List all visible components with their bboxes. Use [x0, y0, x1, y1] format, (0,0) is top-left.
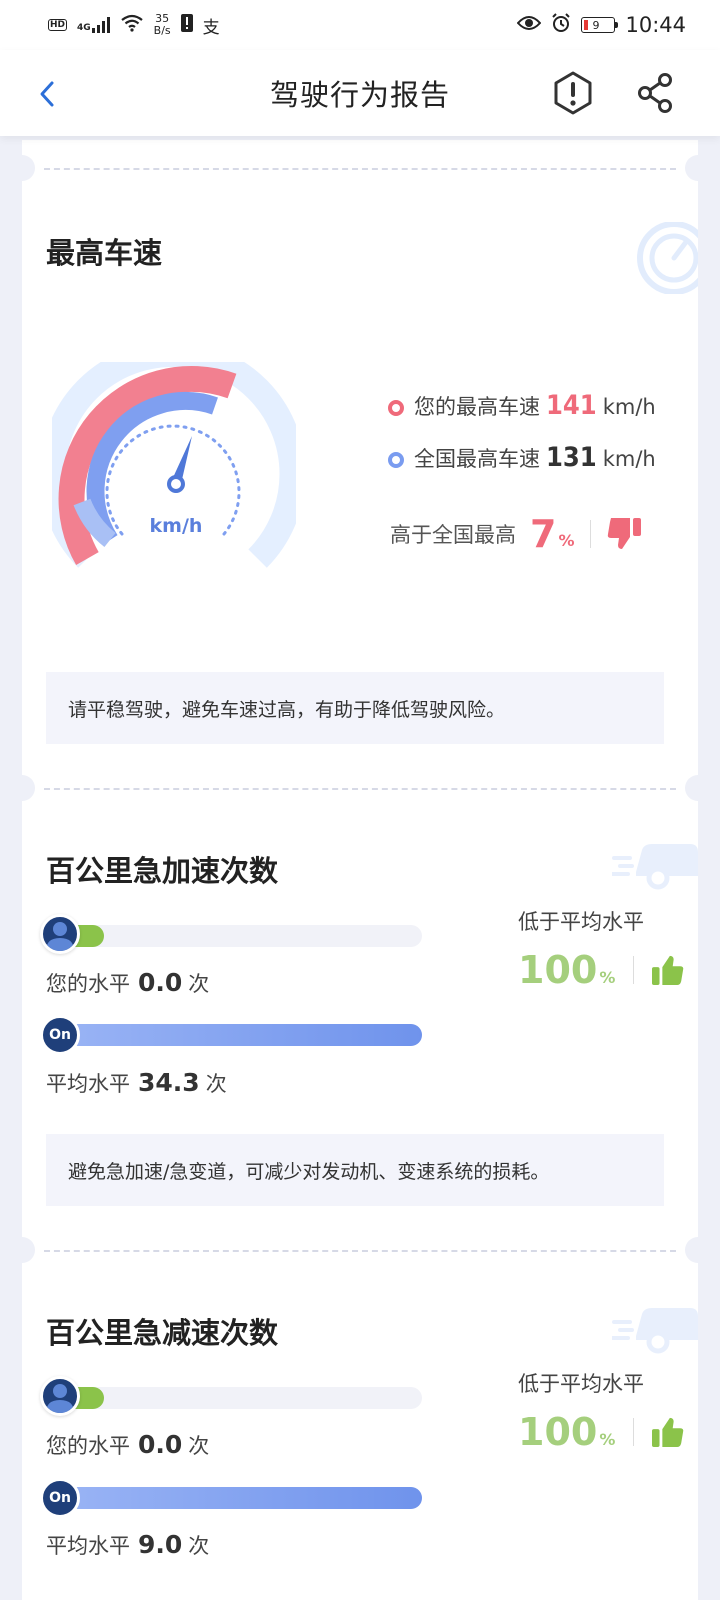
- avg-level-value: 34.3: [138, 1068, 200, 1097]
- card-notch: [685, 775, 711, 801]
- below-average-row: 100 %: [518, 1410, 684, 1454]
- higher-percent: 7: [530, 512, 557, 556]
- thumbs-down-icon: [608, 518, 642, 549]
- higher-than-national: 高于全国最高 7 %: [390, 512, 642, 556]
- user-avatar-icon: [40, 1376, 80, 1416]
- battery-level: 9: [592, 18, 600, 32]
- card-notch: [9, 1237, 35, 1263]
- card-notch: [685, 155, 711, 181]
- share-icon: [638, 73, 672, 113]
- speed-gauge: km/h: [52, 362, 296, 568]
- on-badge-icon: On: [40, 1015, 80, 1055]
- hd-indicator: HD: [48, 19, 68, 31]
- sim-alert-icon: [180, 14, 193, 36]
- card-notch: [685, 1237, 711, 1263]
- my-level-value: 0.0: [138, 1430, 183, 1459]
- count-unit: 次: [188, 1434, 210, 1458]
- your-speed-value: 141: [546, 390, 597, 421]
- on-badge-icon: On: [40, 1478, 80, 1518]
- divider: [44, 168, 676, 170]
- avg-brake-level: 平均水平 9.0 次: [46, 1530, 209, 1560]
- section-title-hard-brake: 百公里急减速次数: [46, 1316, 279, 1350]
- avg-brake-bar: [58, 1487, 422, 1509]
- avg-level-label: 平均水平: [46, 1072, 130, 1096]
- count-unit: 次: [188, 1534, 210, 1558]
- speed-unit: B/s: [153, 24, 171, 37]
- legend-your-speed: 您的最高车速 141 km/h: [388, 390, 656, 421]
- national-speed-label: 全国最高车速: [414, 447, 540, 471]
- red-dot-icon: [388, 400, 404, 416]
- battery-icon: 9: [581, 17, 619, 33]
- page-title: 驾驶行为报告: [269, 78, 450, 112]
- legend-national-speed: 全国最高车速 131 km/h: [388, 442, 656, 473]
- my-level-value: 0.0: [138, 968, 183, 997]
- section-title-max-speed: 最高车速: [46, 236, 163, 270]
- speed-unit: km/h: [602, 447, 656, 471]
- my-level-label: 您的水平: [46, 1434, 130, 1458]
- gauge-unit: km/h: [150, 515, 203, 537]
- divider: [44, 788, 676, 790]
- percent-sign: %: [599, 1429, 616, 1449]
- my-brake-bar: [58, 1387, 422, 1409]
- wifi-icon: [120, 14, 144, 36]
- count-unit: 次: [188, 972, 210, 996]
- my-brake-level: 您的水平 0.0 次: [46, 1430, 209, 1460]
- higher-label: 高于全国最高: [390, 523, 516, 547]
- national-speed-value: 131: [546, 442, 597, 473]
- count-unit: 次: [205, 1072, 227, 1096]
- signal-icon: 4G: [77, 17, 110, 33]
- avg-level-label: 平均水平: [46, 1534, 130, 1558]
- below-average-percent: 100: [518, 1410, 598, 1454]
- below-average-label: 低于平均水平: [518, 1372, 644, 1396]
- below-average-percent: 100: [518, 948, 598, 992]
- your-speed-label: 您的最高车速: [414, 395, 540, 419]
- my-level-label: 您的水平: [46, 972, 130, 996]
- thumbs-up-icon: [652, 955, 684, 986]
- tip-hard-accel: 避免急加速/急变道，可减少对发动机、变速系统的损耗。: [46, 1134, 664, 1206]
- avg-level-value: 9.0: [138, 1530, 183, 1559]
- below-average-row: 100 %: [518, 948, 684, 992]
- eye-icon: [517, 15, 542, 35]
- clock: 10:44: [625, 13, 686, 37]
- my-accel-level: 您的水平 0.0 次: [46, 968, 209, 998]
- back-button[interactable]: [30, 74, 64, 114]
- below-average-label: 低于平均水平: [518, 910, 644, 934]
- speed-unit: km/h: [602, 395, 656, 419]
- blue-dot-icon: [388, 452, 404, 468]
- section-title-hard-accel: 百公里急加速次数: [46, 854, 279, 888]
- avg-accel-bar-fill: [58, 1024, 422, 1046]
- card-notch: [9, 775, 35, 801]
- percent-sign: %: [558, 530, 575, 550]
- alipay-icon: 支: [202, 17, 220, 38]
- avg-brake-bar-fill: [58, 1487, 422, 1509]
- divider: [44, 1250, 676, 1252]
- alarm-icon: [551, 13, 571, 37]
- avg-accel-bar: [58, 1024, 422, 1046]
- user-avatar-icon: [40, 914, 80, 954]
- percent-sign: %: [599, 967, 616, 987]
- network-type: 4G: [77, 23, 91, 33]
- report-card: 最高车速 km/h 您的最高车速 141 km/h 全国最高车速 131 km/…: [9, 140, 711, 1600]
- avg-accel-level: 平均水平 34.3 次: [46, 1068, 227, 1098]
- report-button[interactable]: [550, 70, 596, 116]
- warning-icon: [554, 71, 592, 115]
- tip-max-speed: 请平稳驾驶，避免车速过高，有助于降低驾驶风险。: [46, 672, 664, 744]
- back-chevron-icon: [40, 81, 54, 107]
- card-notch: [9, 155, 35, 181]
- car-watermark-icon: [612, 844, 698, 890]
- thumbs-up-icon: [652, 1417, 684, 1448]
- my-accel-bar: [58, 925, 422, 947]
- share-button[interactable]: [636, 72, 676, 114]
- car-watermark-icon: [612, 1308, 698, 1354]
- speedometer-watermark-icon: [637, 222, 698, 294]
- status-bar: HD 4G 35 B/s 支 9 10:44: [0, 0, 720, 50]
- network-speed: 35 B/s: [154, 13, 171, 37]
- app-header: 驾驶行为报告: [0, 50, 720, 136]
